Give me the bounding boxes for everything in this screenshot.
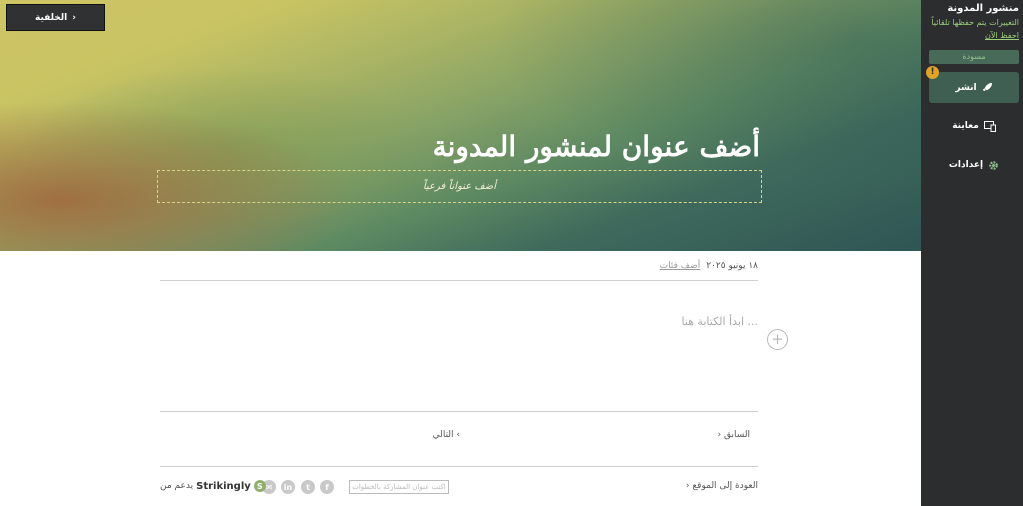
settings-label: إعدادات <box>948 160 984 170</box>
publish-label: انشر <box>955 82 977 93</box>
draft-badge: مسودة <box>929 50 1019 64</box>
gear-icon <box>988 160 999 171</box>
sidebar-title: منشور المدونة <box>947 3 1019 14</box>
facebook-icon[interactable]: f <box>320 480 334 494</box>
editor-root: الخلفية › أضف عنوان لمنشور المدونة أضف ع… <box>0 0 1023 506</box>
chevron-right-icon: › <box>72 12 76 23</box>
linkedin-icon[interactable]: in <box>281 480 295 494</box>
divider <box>160 466 758 467</box>
subtitle-input[interactable]: أضف عنواناً فرعياً <box>157 170 762 203</box>
back-button[interactable]: الخلفية › <box>6 4 105 31</box>
add-block-button[interactable]: + <box>767 329 788 350</box>
next-label: التالي <box>432 430 454 440</box>
chevron-left-icon: ‹ <box>453 430 460 440</box>
editor-sidebar: منشور المدونة التغييرات يتم حفظها تلقائي… <box>921 0 1023 506</box>
next-post-link[interactable]: التالي ‹ <box>400 430 460 440</box>
powered-by[interactable]: يدعم من Strikingly S <box>160 480 266 492</box>
share-button[interactable]: اكتب عنوان المشاركة بالخطوات <box>349 480 449 494</box>
preview-label: معاينة <box>952 121 979 131</box>
hero-banner[interactable]: الخلفية › أضف عنوان لمنشور المدونة أضف ع… <box>0 0 921 251</box>
share-label: اكتب عنوان المشاركة بالخطوات <box>352 483 446 491</box>
save-now-link[interactable]: احفظ الآن <box>985 31 1019 40</box>
devices-icon <box>983 120 996 132</box>
back-to-site-label: العودة إلى الموقع <box>692 481 758 491</box>
preview-button[interactable]: معاينة <box>929 117 1019 135</box>
add-category-link[interactable]: أضف فئات <box>660 261 701 271</box>
settings-button[interactable]: إعدادات <box>929 156 1019 174</box>
brand-name: Strikingly <box>196 480 251 492</box>
autosave-status: التغييرات يتم حفظها تلقائياً <box>931 18 1019 27</box>
post-body-input[interactable]: ابدأ الكتابة هنا ... <box>160 315 758 328</box>
twitter-icon[interactable]: t <box>301 480 315 494</box>
post-date[interactable]: ١٨ يونيو ٢٠٢٥ <box>706 261 758 271</box>
post-title[interactable]: أضف عنوان لمنشور المدونة <box>160 130 760 163</box>
publish-button[interactable]: انشر <box>929 72 1019 103</box>
warning-icon: ! <box>926 66 939 79</box>
subtitle-placeholder: أضف عنواناً فرعياً <box>422 181 497 192</box>
divider <box>160 280 758 281</box>
strikingly-logo-icon: S <box>253 480 266 492</box>
divider <box>160 411 758 412</box>
back-to-site-link[interactable]: › العودة إلى الموقع <box>660 481 758 491</box>
rocket-icon <box>982 82 993 93</box>
previous-post-link[interactable]: › السابق <box>700 430 751 440</box>
post-meta: أضف فئات ١٨ يونيو ٢٠٢٥ <box>160 259 758 273</box>
back-button-label: الخلفية <box>35 12 68 23</box>
previous-label: السابق <box>723 430 750 440</box>
powered-prefix: يدعم من <box>160 481 194 491</box>
